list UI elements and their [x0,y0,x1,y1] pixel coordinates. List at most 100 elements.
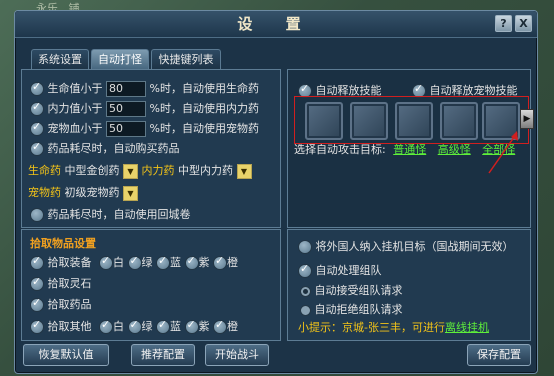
other-orange-label: 橙 [227,320,238,333]
return-scroll-checkbox[interactable] [30,208,44,222]
other-orange-checkbox[interactable] [213,318,227,334]
pet-potion-label: 宠物药 [28,186,61,199]
pickup-other-checkbox[interactable] [30,318,44,334]
pickup-other-row: 拾取其他 白 绿 蓝 紫 橙 [30,318,238,334]
buy-potion-row: 药品耗尽时，自动购买药品 [30,140,180,156]
quality-orange-label: 橙 [227,256,238,269]
accept-team-label: 自动接受组队请求 [314,284,403,297]
return-scroll-row: 药品耗尽时，自动使用回城卷 [30,206,191,222]
tab-hotkeys[interactable]: 快捷键列表 [151,49,221,69]
other-white-label: 白 [113,320,124,333]
life-potion-label: 生命药 [28,164,61,177]
mana-potion-label: 内力药 [141,164,175,177]
pet-health-checkbox[interactable] [30,120,44,136]
pet-potion-select[interactable]: 初级宠物药 [65,186,120,199]
pickup-spirit-row: 拾取灵石 [30,275,92,291]
red-arrow-annotation-icon [488,131,518,174]
health-label: 生命值小于 [47,82,103,95]
foreign-target-row: 将外国人纳入挂机目标（国战期间无效） [298,238,514,254]
mana-checkbox[interactable] [30,100,44,116]
quality-blue-label: 蓝 [170,256,181,269]
next-skills-arrow-icon[interactable]: ▶ [520,109,534,129]
quality-white-checkbox[interactable] [99,254,113,270]
pickup-title: 拾取物品设置 [30,237,96,250]
health-suffix: %时，自动使用生命药 [149,82,259,95]
buy-potion-label: 药品耗尽时，自动购买药品 [47,142,180,155]
auto-team-checkbox[interactable] [298,262,312,278]
pickup-equip-label: 拾取装备 [47,256,92,269]
pet-potion-row: 宠物药 初级宠物药 ▼ [28,184,138,201]
quality-orange-checkbox[interactable] [213,254,227,270]
target-elite-link[interactable]: 高级怪 [438,143,471,156]
team-settings-panel: 将外国人纳入挂机目标（国战期间无效） 自动处理组队 自动接受组队请求 自动拒绝组… [287,229,531,341]
auto-team-row: 自动处理组队 [298,262,382,278]
save-config-button[interactable]: 保存配置 [467,344,531,366]
tip-row: 小提示：京城-张三丰，可进行离线挂机 [298,319,489,335]
pet-potion-dropdown-icon[interactable]: ▼ [123,185,138,201]
life-potion-select[interactable]: 中型金创药 [65,164,120,177]
attack-target-label: 选择自动攻击目标: [294,143,386,156]
reject-team-row: 自动拒绝组队请求 [300,301,403,317]
pet-health-label: 宠物血小于 [47,122,103,135]
other-blue-checkbox[interactable] [156,318,170,334]
potion-select-row: 生命药 中型金创药 ▼ 内力药 中型内力药 ▼ [28,162,252,179]
pickup-potion-row: 拾取药品 [30,296,92,312]
recommended-config-button[interactable]: 推荐配置 [131,344,195,366]
pickup-spirit-label: 拾取灵石 [47,277,92,290]
skill-slot-2[interactable] [350,102,388,140]
other-white-checkbox[interactable] [99,318,113,334]
mana-input[interactable]: 50 [106,101,146,117]
reject-team-radio[interactable] [300,304,311,316]
skill-slot-4[interactable] [440,102,478,140]
close-button[interactable]: X [515,15,532,32]
mana-label: 内力值小于 [47,102,103,115]
quality-white-label: 白 [113,256,124,269]
pickup-other-label: 拾取其他 [47,320,92,333]
mana-potion-select[interactable]: 中型内力药 [178,164,233,177]
skill-slot-1[interactable] [305,102,343,140]
quality-purple-checkbox[interactable] [184,254,199,270]
pickup-spirit-checkbox[interactable] [30,275,44,291]
other-green-label: 绿 [141,320,153,333]
other-green-checkbox[interactable] [127,318,142,334]
pickup-equip-checkbox[interactable] [30,254,44,270]
quality-blue-checkbox[interactable] [156,254,170,270]
tip-text: 小提示：京城-张三丰，可进行 [298,321,445,334]
pet-health-row: 宠物血小于 50 %时，自动使用宠物药 [30,120,259,137]
accept-team-row: 自动接受组队请求 [300,282,403,298]
title-bar[interactable]: 设 置 ? X [15,11,537,38]
auto-team-label: 自动处理组队 [315,264,382,277]
settings-window: 设 置 ? X 系统设置 自动打怪 快捷键列表 生命值小于 80 %时，自动使用… [14,10,538,374]
quality-green-checkbox[interactable] [127,254,142,270]
pickup-potion-label: 拾取药品 [47,298,92,311]
foreign-target-checkbox[interactable] [298,240,312,254]
mana-row: 内力值小于 50 %时，自动使用内力药 [30,100,259,117]
health-row: 生命值小于 80 %时，自动使用生命药 [30,80,259,97]
quality-purple-label: 紫 [198,256,210,269]
target-normal-link[interactable]: 普通怪 [393,143,426,156]
other-purple-label: 紫 [198,320,210,333]
start-combat-button[interactable]: 开始战斗 [205,344,269,366]
health-input[interactable]: 80 [106,81,146,97]
tab-system-settings[interactable]: 系统设置 [31,49,89,69]
mana-potion-dropdown-icon[interactable]: ▼ [236,163,252,179]
foreign-target-label: 将外国人纳入挂机目标（国战期间无效） [315,240,514,253]
accept-team-radio[interactable] [300,285,311,297]
other-blue-label: 蓝 [170,320,181,333]
pet-health-input[interactable]: 50 [106,121,146,137]
mana-suffix: %时，自动使用内力药 [149,102,259,115]
window-title: 设 置 [237,15,315,33]
pickup-equip-row: 拾取装备 白 绿 蓝 紫 橙 [30,254,238,270]
potion-settings-panel: 生命值小于 80 %时，自动使用生命药 内力值小于 50 %时，自动使用内力药 … [21,69,281,228]
buy-potion-checkbox[interactable] [30,140,44,156]
restore-defaults-button[interactable]: 恢复默认值 [23,344,109,366]
pickup-potion-checkbox[interactable] [30,296,44,312]
skill-slot-3[interactable] [395,102,433,140]
offline-afk-link[interactable]: 离线挂机 [445,321,489,334]
help-button[interactable]: ? [495,15,512,32]
life-potion-dropdown-icon[interactable]: ▼ [123,163,138,179]
other-purple-checkbox[interactable] [184,318,199,334]
tab-auto-combat[interactable]: 自动打怪 [91,49,149,69]
reject-team-label: 自动拒绝组队请求 [314,303,403,316]
health-checkbox[interactable] [30,80,44,96]
